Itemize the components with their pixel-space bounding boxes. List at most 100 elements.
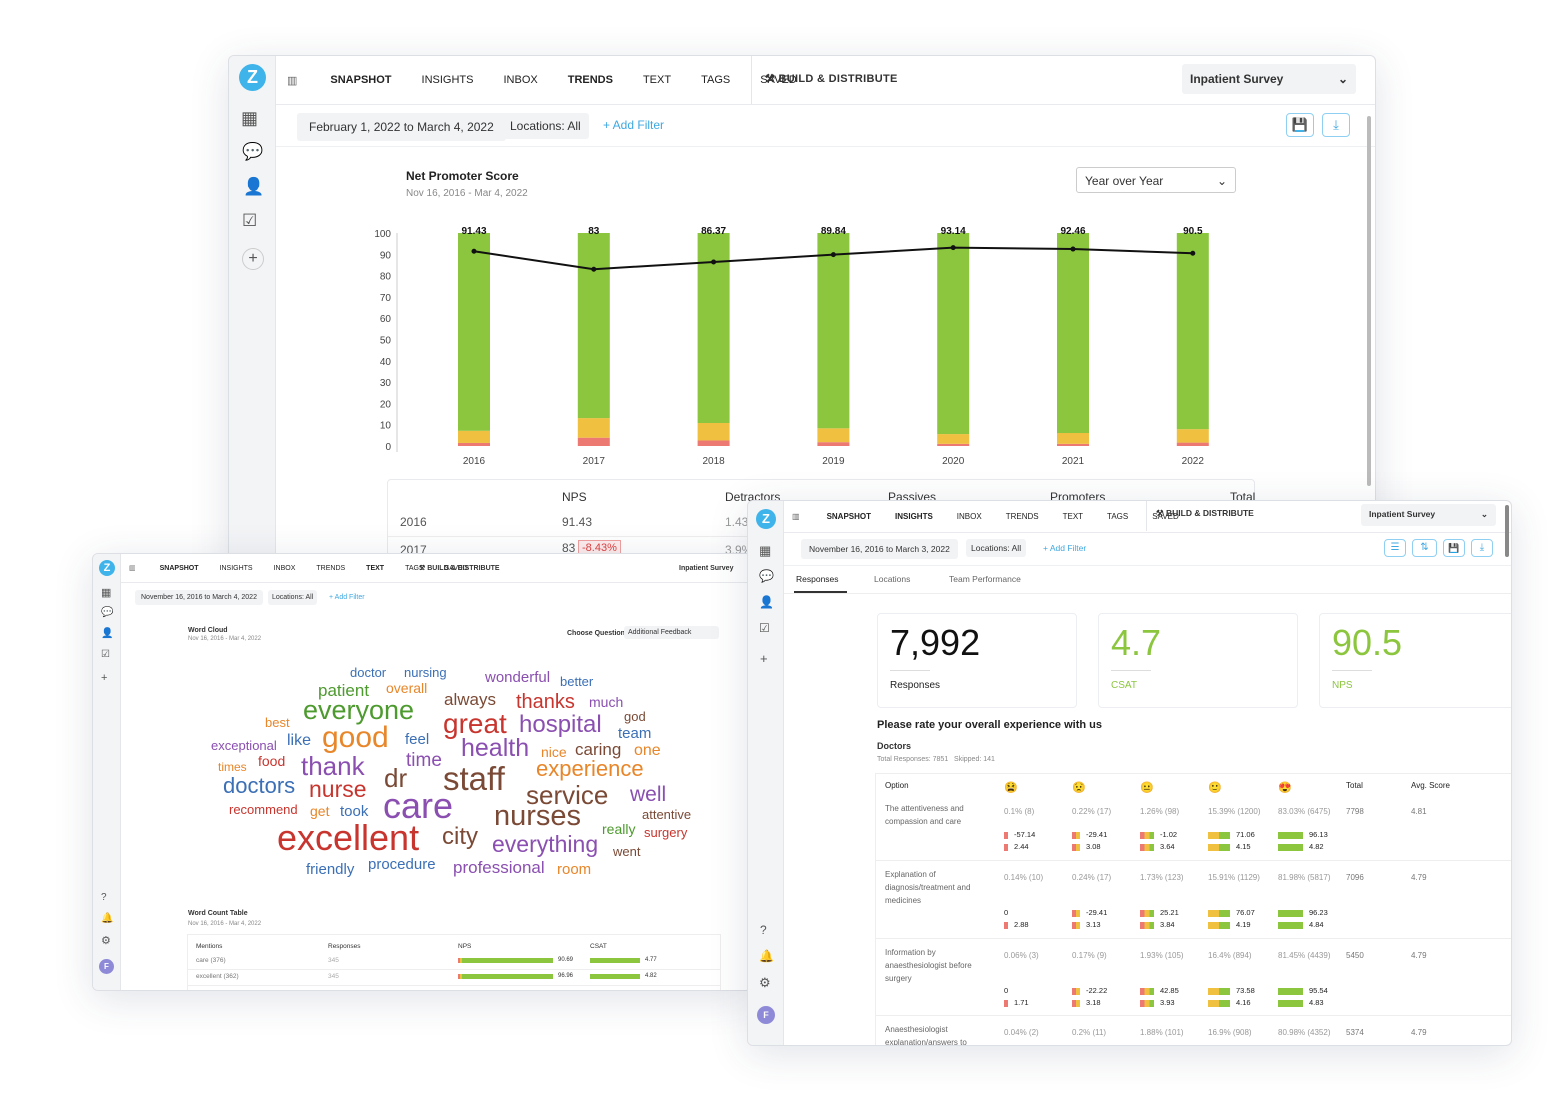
add-filter-link[interactable]: + Add Filter	[603, 118, 664, 132]
nav-tab-trends[interactable]: Trends	[1006, 512, 1039, 521]
word-cloud-word[interactable]: always	[444, 691, 496, 708]
wc-mention[interactable]: excellent (362)	[196, 973, 239, 980]
word-cloud-word[interactable]: doctor	[350, 666, 386, 679]
word-cloud-word[interactable]: room	[557, 862, 591, 877]
download-icon[interactable]: ⤓	[1322, 113, 1350, 137]
settings-icon[interactable]: ⚙	[759, 975, 771, 991]
locations-filter[interactable]: Locations: All	[502, 113, 589, 139]
scrollbar[interactable]	[1367, 116, 1371, 486]
word-cloud-word[interactable]: like	[287, 733, 311, 749]
nav-tab-tags[interactable]: Tags	[701, 74, 730, 86]
avatar[interactable]: F	[757, 1006, 775, 1024]
add-icon[interactable]: +	[242, 248, 264, 270]
sort-icon[interactable]: ⇅	[1412, 539, 1437, 557]
metric-value: 4.7	[1111, 622, 1162, 663]
chat-icon[interactable]: 💬	[242, 142, 263, 162]
word-cloud-word[interactable]: exceptional	[211, 739, 277, 752]
word-cloud-word[interactable]: city	[442, 824, 478, 849]
nps-mini-bar: -1.02	[1140, 830, 1177, 839]
add-icon[interactable]: +	[760, 651, 768, 666]
calendar-check-icon[interactable]: ☑	[242, 211, 257, 231]
word-cloud-word[interactable]: thank	[301, 753, 365, 779]
nav-tab-tags[interactable]: Tags	[1107, 512, 1128, 521]
build-distribute-tab[interactable]: ⚒ Build & Distribute	[765, 72, 898, 85]
save-icon[interactable]: 💾	[1443, 539, 1465, 557]
app-logo[interactable]: Z	[756, 509, 776, 529]
survey-select[interactable]: Inpatient Survey ⌄	[1361, 504, 1496, 526]
word-cloud-word[interactable]: professional	[453, 859, 545, 876]
user-icon[interactable]: 👤	[759, 595, 774, 609]
word-cloud-word[interactable]: went	[613, 845, 640, 858]
user-icon[interactable]: 👤	[243, 177, 264, 197]
compare-select[interactable]: Year over Year ⌄	[1076, 167, 1236, 193]
word-cloud-word[interactable]: times	[218, 761, 247, 773]
word-cloud-word[interactable]: health	[461, 736, 529, 761]
word-cloud-word[interactable]: recommend	[229, 803, 298, 816]
ratings-table: Option 😫 😟 😐 🙂 😍 Total Avg. Score The attentiven…	[875, 773, 1511, 1045]
nav-tab-text[interactable]: Text	[643, 74, 671, 86]
scrollbar[interactable]	[1505, 505, 1509, 557]
nav-tab-snapshot[interactable]: Snapshot	[330, 74, 391, 86]
word-cloud-word[interactable]: god	[624, 710, 646, 723]
nav-divider	[1146, 501, 1147, 531]
word-cloud-word[interactable]: team	[618, 726, 651, 741]
word-cloud-word[interactable]: hospital	[519, 712, 602, 737]
bell-icon[interactable]: 🔔	[759, 949, 774, 963]
tab-locations[interactable]: Locations	[874, 574, 910, 584]
nps-point	[471, 248, 477, 254]
word-cloud-word[interactable]: really	[602, 822, 635, 836]
build-distribute-tab[interactable]: ⚒ Build & Distribute	[1156, 508, 1254, 519]
tab-responses[interactable]: Responses	[794, 574, 847, 593]
nav-tab-insights[interactable]: Insights	[895, 512, 933, 521]
word-cloud-word[interactable]: nursing	[404, 666, 447, 679]
word-cloud-word[interactable]: well	[630, 784, 666, 805]
word-cloud-word[interactable]: surgery	[644, 826, 687, 839]
word-cloud-word[interactable]: good	[322, 722, 389, 753]
survey-select[interactable]: Inpatient Survey ⌄	[1182, 64, 1356, 94]
wc-mention[interactable]: care (376)	[196, 957, 226, 964]
word-cloud-word[interactable]: doctors	[223, 774, 295, 797]
nav-tab-inbox[interactable]: Inbox	[957, 512, 982, 521]
bar-passives-2021	[1057, 433, 1089, 444]
calendar-check-icon[interactable]: ☑	[759, 621, 770, 635]
dashboard-icon[interactable]: ▦	[241, 108, 258, 129]
word-cloud-word[interactable]: thanks	[516, 692, 575, 712]
word-cloud-word[interactable]: experience	[536, 757, 644, 780]
nav-tab-text[interactable]: Text	[1063, 512, 1083, 521]
app-logo[interactable]: Z	[239, 64, 266, 91]
word-cloud-word[interactable]: attentive	[642, 808, 691, 821]
word-cloud-word[interactable]: feel	[405, 732, 429, 747]
word-cloud-word[interactable]: food	[258, 754, 285, 768]
word-cloud-word[interactable]: best	[265, 716, 290, 729]
word-cloud-word[interactable]: friendly	[306, 862, 354, 877]
dashboard-icon[interactable]: ▦	[759, 543, 771, 559]
word-cloud-word[interactable]: excellent	[277, 820, 419, 856]
help-icon[interactable]: ?	[760, 923, 767, 937]
tab-team-performance[interactable]: Team Performance	[949, 574, 1021, 584]
word-cloud-word[interactable]: wonderful	[485, 670, 550, 685]
save-icon[interactable]: 💾	[1286, 113, 1314, 137]
download-icon[interactable]: ⤓	[1471, 539, 1493, 557]
word-cloud-word[interactable]: get	[310, 804, 329, 818]
nav-tab-trends[interactable]: Trends	[568, 74, 613, 86]
word-cloud-word[interactable]: nurses	[494, 802, 581, 831]
add-filter-link[interactable]: + Add Filter	[1043, 543, 1086, 553]
word-cloud-word[interactable]: better	[560, 675, 593, 688]
date-range-filter[interactable]: November 16, 2016 to March 3, 2022	[801, 539, 958, 559]
word-cloud-word[interactable]: everything	[492, 833, 598, 856]
word-cloud-word[interactable]: much	[589, 695, 623, 709]
nav-tab-insights[interactable]: Insights	[422, 74, 474, 86]
word-cloud-word[interactable]: overall	[386, 681, 427, 695]
date-range-filter[interactable]: February 1, 2022 to March 4, 2022	[297, 113, 506, 141]
list-icon[interactable]: ☰	[1384, 539, 1406, 557]
nps-point	[1070, 246, 1076, 252]
y-tick-label: 0	[385, 442, 391, 453]
nav-tab-inbox[interactable]: Inbox	[503, 74, 537, 86]
word-cloud-word[interactable]: time	[406, 751, 442, 770]
word-cloud-word[interactable]: nurse	[309, 778, 367, 801]
nav-tab-snapshot[interactable]: Snapshot	[827, 512, 871, 521]
csat-mini-bar: 3.93	[1140, 998, 1175, 1007]
chat-icon[interactable]: 💬	[759, 569, 774, 583]
word-cloud-word[interactable]: procedure	[368, 857, 436, 872]
locations-filter[interactable]: Locations: All	[966, 539, 1027, 557]
